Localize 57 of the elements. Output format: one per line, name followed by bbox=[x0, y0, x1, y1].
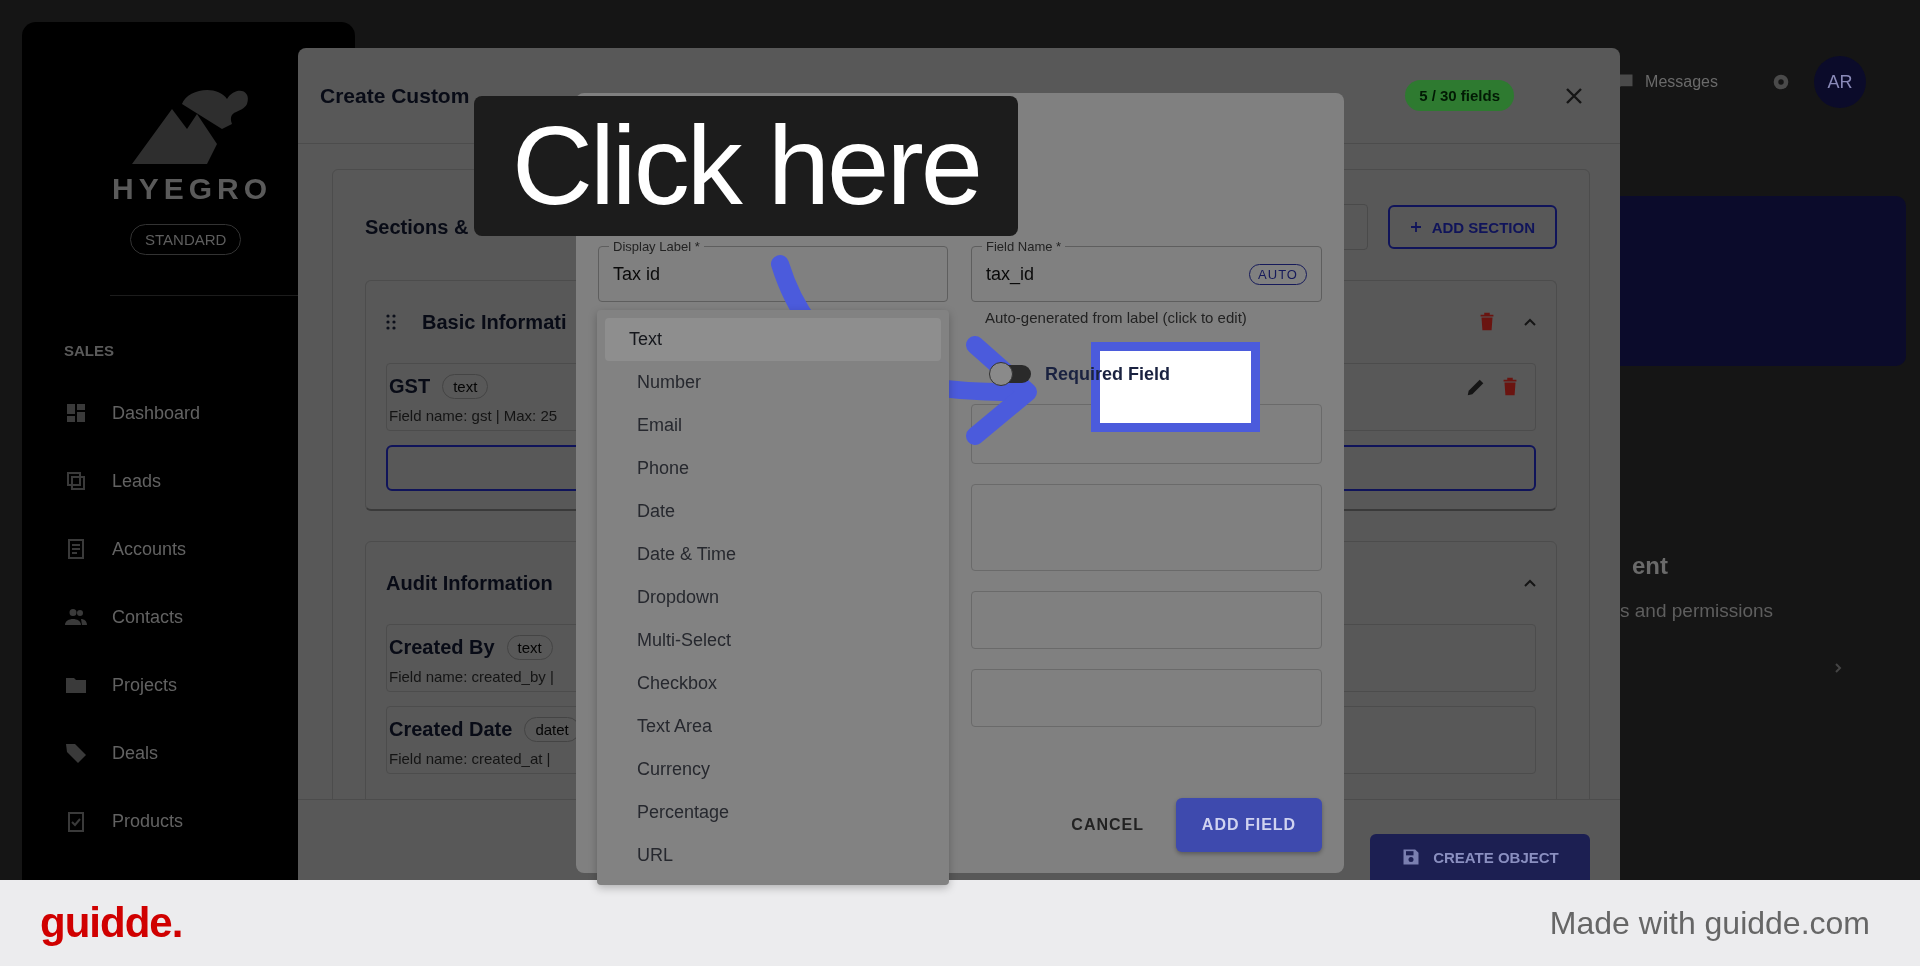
menu-option[interactable]: Text Area bbox=[605, 705, 941, 748]
chevron-up-icon[interactable] bbox=[1524, 579, 1536, 587]
section-heading: SALES bbox=[64, 342, 114, 359]
menu-option[interactable]: Email bbox=[605, 404, 941, 447]
card-title: ent bbox=[1632, 552, 1668, 580]
nav-item[interactable]: Leads bbox=[22, 447, 162, 515]
section-heading: Sections & bbox=[365, 215, 469, 239]
add-field-button[interactable]: ADD FIELD bbox=[1176, 798, 1322, 852]
nav-item[interactable]: Accounts bbox=[22, 515, 187, 583]
menu-option[interactable]: Checkbox bbox=[605, 662, 941, 705]
menu-option[interactable]: URL bbox=[605, 834, 941, 877]
nav-item[interactable]: Products bbox=[22, 787, 184, 855]
stack-icon bbox=[64, 469, 88, 493]
field-meta: Field name: created_at | bbox=[389, 750, 551, 767]
section-title: Audit Information bbox=[386, 571, 553, 595]
dialog-title: Create Custom bbox=[320, 83, 470, 108]
menu-option[interactable]: Number bbox=[605, 361, 941, 404]
cancel-button[interactable]: CANCEL bbox=[1065, 815, 1150, 835]
menu-option[interactable]: Currency bbox=[605, 748, 941, 791]
field-meta: Field name: gst | Max: 25 bbox=[389, 407, 558, 424]
nav-item[interactable]: Contacts bbox=[22, 583, 184, 651]
credit-text: Made with guidde.com bbox=[1549, 904, 1870, 942]
required-toggle[interactable] bbox=[991, 365, 1031, 383]
field-label: GST bbox=[389, 375, 431, 398]
messages-link[interactable]: Messages bbox=[1645, 73, 1718, 91]
menu-option[interactable]: Date bbox=[605, 490, 941, 533]
field-label: Created By bbox=[389, 636, 495, 659]
tooltip-text: Click here bbox=[512, 110, 980, 222]
field-label: Field Name * bbox=[982, 239, 1066, 254]
card-subtitle: s and permissions bbox=[1620, 600, 1774, 622]
section-title: Basic Informati bbox=[422, 310, 567, 334]
plus-icon bbox=[1409, 221, 1422, 233]
menu-option[interactable]: Multi-Select bbox=[605, 619, 941, 662]
menu-option[interactable]: Date & Time bbox=[605, 533, 941, 576]
menu-option[interactable]: Dropdown bbox=[605, 576, 941, 619]
nav-item[interactable]: Deals bbox=[22, 719, 159, 787]
drag-handle-icon[interactable] bbox=[386, 314, 396, 330]
chevron-up-icon[interactable] bbox=[1524, 318, 1536, 326]
user-avatar[interactable]: AR bbox=[1814, 56, 1866, 108]
field-label: Display Label * bbox=[609, 239, 704, 254]
grid-icon bbox=[64, 401, 88, 425]
field-count-badge: 5 / 30 fields bbox=[1405, 80, 1514, 111]
helper-text: Auto-generated from label (click to edit) bbox=[985, 309, 1247, 326]
save-icon bbox=[1401, 847, 1422, 867]
add-section-button[interactable]: ADD SECTION bbox=[1387, 205, 1557, 249]
tag-icon bbox=[64, 741, 88, 765]
menu-option[interactable]: Phone bbox=[605, 447, 941, 490]
menu-option[interactable]: Percentage bbox=[605, 791, 941, 834]
create-object-button[interactable]: CREATE OBJECT bbox=[1370, 834, 1590, 880]
chevron-right-icon[interactable] bbox=[1832, 662, 1844, 674]
menu-option[interactable]: Text bbox=[605, 318, 941, 361]
nav-item[interactable]: Projects bbox=[22, 651, 178, 719]
nav-item[interactable]: Dashboard bbox=[22, 379, 201, 447]
field-label: Created Date bbox=[389, 718, 513, 741]
field-meta: Field name: created_by | bbox=[389, 668, 554, 685]
brand-name: HYEGRO bbox=[112, 172, 273, 206]
brand-logo[interactable]: guidde. bbox=[40, 899, 183, 947]
